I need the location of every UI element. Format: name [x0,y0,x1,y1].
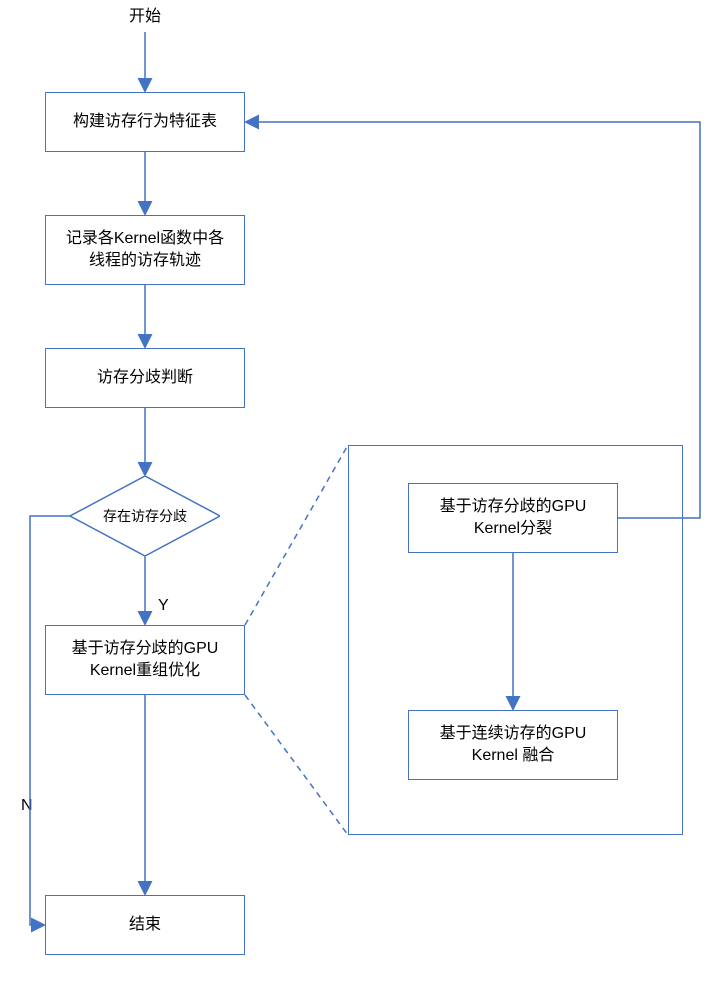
box4-text: 基于访存分歧的GPU Kernel重组优化 [72,638,219,681]
sub1-text: 基于访存分歧的GPU Kernel分裂 [440,496,587,539]
process-gpu-kernel-reorg: 基于访存分歧的GPU Kernel重组优化 [45,625,245,695]
box2-text: 记录各Kernel函数中各 线程的访存轨迹 [66,228,224,271]
process-build-feature-table: 构建访存行为特征表 [45,92,245,152]
process-divergence-check: 访存分歧判断 [45,348,245,408]
end-label: 结束 [129,914,161,936]
box3-label: 访存分歧判断 [97,367,193,389]
sub2-text: 基于连续访存的GPU Kernel 融合 [440,723,587,766]
box1-label: 构建访存行为特征表 [73,111,217,133]
sub2-line2: Kernel 融合 [472,747,555,764]
process-record-kernel-traces: 记录各Kernel函数中各 线程的访存轨迹 [45,215,245,285]
sub2-line1: 基于连续访存的GPU [440,725,587,742]
subprocess-kernel-split: 基于访存分歧的GPU Kernel分裂 [408,483,618,553]
start-label: 开始 [129,6,161,28]
yes-label: Y [158,597,169,615]
no-label: N [21,797,33,815]
terminal-end: 结束 [45,895,245,955]
box2-line1: 记录各Kernel函数中各 [66,230,224,247]
box4-line1: 基于访存分歧的GPU [72,640,219,657]
subprocess-kernel-merge: 基于连续访存的GPU Kernel 融合 [408,710,618,780]
terminal-start: 开始 [115,4,175,30]
sub1-line1: 基于访存分歧的GPU [440,498,587,515]
decision-has-divergence: 存在访存分歧 [70,476,220,556]
box2-line2: 线程的访存轨迹 [89,252,201,269]
sub1-line2: Kernel分裂 [474,520,552,537]
box4-line2: Kernel重组优化 [90,662,200,679]
